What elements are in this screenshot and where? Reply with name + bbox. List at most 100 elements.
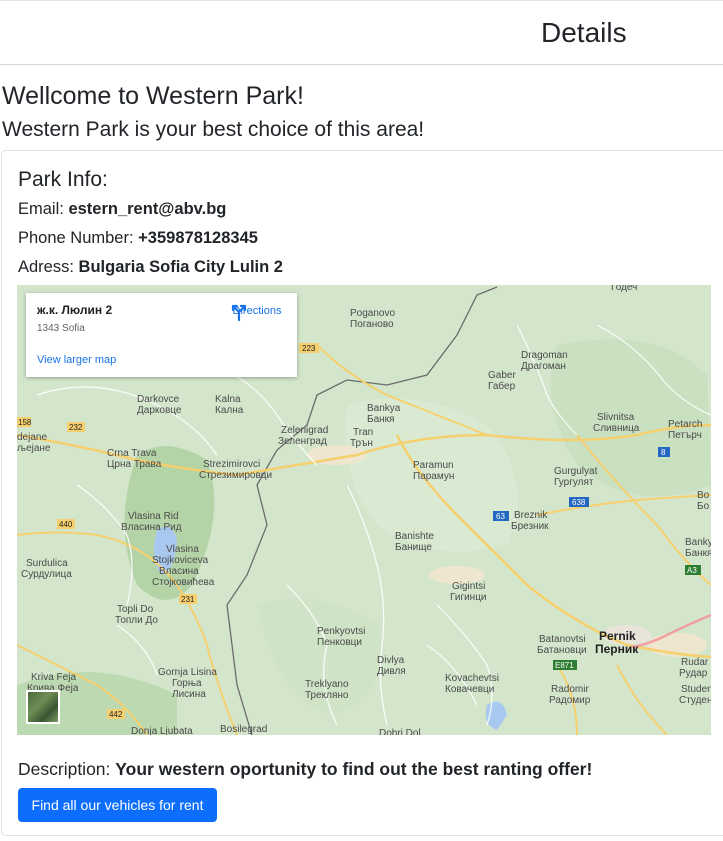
address-value: Bulgaria Sofia City Lulin 2 (78, 258, 283, 276)
svg-text:Трън: Трън (350, 438, 373, 449)
popup-place-name: ж.к. Люлин 2 (37, 303, 113, 317)
description-line: Description: Your western oportunity to … (18, 759, 592, 780)
svg-text:Кална: Кална (215, 405, 244, 416)
svg-text:440: 440 (59, 520, 73, 529)
svg-text:Банкя: Банкя (685, 548, 711, 559)
svg-text:Црна Трава: Црна Трава (107, 459, 162, 470)
svg-text:223: 223 (302, 344, 316, 353)
svg-text:Gigintsi: Gigintsi (452, 581, 485, 592)
email-label: Email: (18, 200, 64, 218)
svg-text:Gornja Lisina: Gornja Lisina (158, 667, 217, 678)
svg-text:Gurgulyat: Gurgulyat (554, 466, 598, 477)
find-vehicles-button[interactable]: Find all our vehicles for rent (18, 788, 217, 822)
svg-text:Treklyano: Treklyano (305, 679, 349, 690)
svg-text:Darkovce: Darkovce (137, 394, 180, 405)
svg-text:Власина: Власина (159, 566, 199, 577)
phone-label: Phone Number: (18, 229, 134, 247)
svg-text:Gaber: Gaber (488, 370, 516, 381)
svg-text:Рудар: Рудар (679, 668, 708, 679)
svg-text:Бо: Бо (697, 501, 710, 512)
svg-text:Tran: Tran (353, 427, 373, 438)
svg-text:Kriva Feja: Kriva Feja (31, 672, 76, 683)
svg-text:Стрезимировци: Стрезимировци (199, 470, 272, 481)
svg-text:Strezimirovci: Strezimirovci (203, 459, 260, 470)
description-value: Your western oportunity to find out the … (115, 759, 593, 779)
svg-text:Pernik: Pernik (599, 629, 636, 643)
svg-text:Bosilegrad: Bosilegrad (220, 724, 267, 735)
svg-text:Crna Trava: Crna Trava (107, 448, 157, 459)
svg-text:Donja Ljubata: Donja Ljubata (131, 726, 193, 735)
svg-text:Rudar: Rudar (681, 657, 709, 668)
svg-text:Surdulica: Surdulica (26, 558, 68, 569)
svg-text:Studena: Studena (681, 684, 711, 695)
card-title: Park Info: (18, 168, 108, 191)
svg-text:Stojkoviceva: Stojkoviceva (152, 555, 209, 566)
svg-text:Стојковићева: Стојковићева (152, 577, 215, 588)
svg-text:Сурдулица: Сурдулица (21, 569, 72, 580)
tagline-heading: Western Park is your best choice of this… (2, 118, 425, 141)
svg-text:Перник: Перник (595, 642, 639, 656)
svg-text:Penkyovtsi: Penkyovtsi (317, 626, 365, 637)
svg-text:Зеленград: Зеленград (278, 436, 327, 447)
page-title: Details (541, 17, 627, 48)
top-navbar: Details (0, 0, 723, 65)
svg-text:Габер: Габер (488, 380, 516, 392)
svg-text:Радомир: Радомир (549, 695, 591, 706)
svg-text:Radomir: Radomir (551, 684, 589, 695)
svg-text:Петърч: Петърч (668, 430, 702, 441)
svg-text:Драгоман: Драгоман (521, 361, 566, 372)
svg-text:Bankya: Bankya (685, 537, 711, 548)
satellite-toggle-button[interactable] (26, 690, 60, 724)
svg-text:232: 232 (69, 423, 83, 432)
svg-text:Топли До: Топли До (115, 615, 158, 626)
address-label: Adress: (18, 258, 74, 276)
svg-text:Гургулят: Гургулят (554, 477, 594, 488)
svg-text:Пенковци: Пенковци (317, 637, 362, 648)
svg-text:231: 231 (181, 595, 195, 604)
svg-text:Брезник: Брезник (511, 521, 549, 532)
svg-text:Студена: Студена (679, 695, 711, 706)
directions-button[interactable]: Directions (230, 303, 284, 343)
welcome-heading: Wellcome to Western Park! (2, 82, 304, 110)
svg-text:Дивля: Дивля (377, 666, 406, 677)
email-value: estern_rent@abv.bg (68, 200, 227, 218)
embedded-map[interactable]: 223 158 232 440 231 442 63 638 8 A3 E871… (17, 285, 711, 735)
svg-text:Ковачевци: Ковачевци (445, 684, 494, 695)
view-larger-map-link[interactable]: View larger map (37, 354, 116, 366)
svg-text:638: 638 (572, 498, 586, 507)
svg-text:Slivnitsa: Slivnitsa (597, 412, 635, 423)
map-info-popup: ж.к. Люлин 2 1343 Sofia Directions View … (26, 293, 297, 377)
svg-text:Власина Рид: Власина Рид (121, 522, 182, 533)
svg-text:Bankya: Bankya (367, 403, 401, 414)
park-info-card: Park Info: Email: estern_rent@abv.bg Pho… (1, 150, 723, 836)
svg-text:E871: E871 (555, 661, 574, 670)
svg-text:Breznik: Breznik (514, 510, 548, 521)
popup-place-subtitle: 1343 Sofia (37, 323, 85, 334)
svg-text:Bo: Bo (697, 490, 710, 501)
svg-text:Горња: Горња (172, 678, 202, 689)
svg-text:Dobri Dol: Dobri Dol (379, 728, 421, 735)
svg-text:љејане: љејане (17, 443, 51, 454)
directions-icon (231, 304, 247, 321)
svg-text:Kalna: Kalna (215, 394, 241, 405)
svg-text:Vlasina: Vlasina (166, 544, 199, 555)
svg-text:Годеч: Годеч (611, 285, 637, 293)
svg-text:63: 63 (496, 512, 505, 521)
svg-text:Dragoman: Dragoman (521, 350, 568, 361)
email-line: Email: estern_rent@abv.bg (18, 200, 226, 219)
svg-text:158: 158 (18, 418, 32, 427)
svg-text:442: 442 (109, 710, 123, 719)
svg-text:Topli Do: Topli Do (117, 604, 154, 615)
svg-text:Гигинци: Гигинци (450, 592, 487, 603)
svg-text:Трекляно: Трекляно (305, 690, 349, 701)
description-label: Description: (18, 759, 111, 779)
svg-text:Poganovo: Poganovo (350, 308, 395, 319)
svg-text:Kovachevtsi: Kovachevtsi (445, 673, 499, 684)
svg-text:Парамун: Парамун (413, 471, 454, 482)
svg-text:Vlasina Rid: Vlasina Rid (128, 511, 179, 522)
phone-line: Phone Number: +359878128345 (18, 229, 258, 248)
address-line: Adress: Bulgaria Sofia City Lulin 2 (18, 258, 283, 277)
svg-text:Сливница: Сливница (593, 423, 640, 434)
svg-text:Банкя: Банкя (367, 414, 394, 425)
svg-text:Banishte: Banishte (395, 531, 434, 542)
